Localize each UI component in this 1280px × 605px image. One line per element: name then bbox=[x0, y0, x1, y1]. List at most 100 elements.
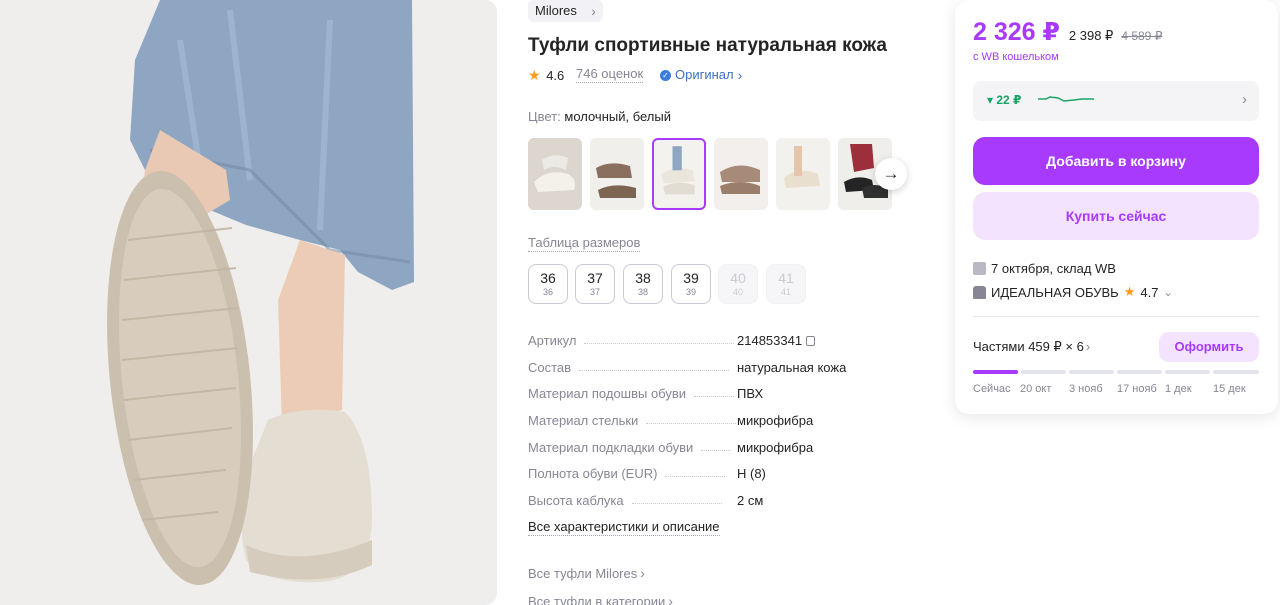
spec-value: H (8) bbox=[737, 466, 766, 482]
color-label: Цвет: молочный, белый bbox=[528, 109, 671, 124]
spec-value: 2 см bbox=[737, 493, 764, 509]
color-value: молочный, белый bbox=[564, 109, 672, 124]
chevron-right-icon: › bbox=[1085, 339, 1091, 354]
size-value: 41 bbox=[778, 270, 794, 286]
star-icon: ★ bbox=[528, 67, 541, 83]
card-divider bbox=[973, 316, 1259, 317]
chevron-right-icon: › bbox=[737, 67, 743, 83]
size-sub: 37 bbox=[589, 287, 600, 297]
copy-icon[interactable] bbox=[806, 336, 816, 346]
plan-date: 15 дек bbox=[1213, 383, 1246, 395]
wallet-price: 2 326 ₽ bbox=[973, 18, 1060, 46]
spec-row: Высота каблука 2 см bbox=[528, 493, 928, 520]
spec-key: Полнота обуви (EUR) bbox=[528, 466, 658, 482]
old-price: 4 589 ₽ bbox=[1121, 29, 1163, 43]
star-icon: ★ bbox=[1123, 284, 1136, 299]
reviews-link[interactable]: 746 оценок bbox=[576, 66, 644, 83]
installments-label: Частями 459 ₽ × 6 bbox=[973, 339, 1084, 354]
installments-link[interactable]: Частями 459 ₽ × 6 › bbox=[973, 339, 1090, 355]
chevron-right-icon: › bbox=[1242, 91, 1247, 108]
chevron-right-icon: › bbox=[668, 593, 673, 605]
spec-row: Материал подошвы обуви ПВХ bbox=[528, 386, 928, 413]
size-option[interactable]: 38 38 bbox=[623, 264, 663, 304]
size-value: 38 bbox=[635, 270, 651, 286]
spec-row: Полнота обуви (EUR) H (8) bbox=[528, 466, 928, 493]
delivery-date: 7 октября, склад WB bbox=[991, 261, 1116, 276]
color-variant-thumb[interactable] bbox=[776, 138, 830, 210]
brand-products-link[interactable]: Все туфли Milores › bbox=[528, 565, 645, 581]
brand-name: Milores bbox=[535, 3, 577, 18]
color-variants: → bbox=[528, 138, 908, 210]
size-value: 36 bbox=[540, 270, 556, 286]
size-sub: 39 bbox=[685, 287, 696, 297]
spec-row: Материал стельки микрофибра bbox=[528, 413, 928, 440]
spec-row: Материал подкладки обуви микрофибра bbox=[528, 440, 928, 467]
spec-value: 214853341 bbox=[737, 333, 816, 348]
arrow-right-icon[interactable]: → bbox=[875, 158, 907, 190]
plan-segment bbox=[1069, 370, 1114, 374]
spec-key: Высота каблука bbox=[528, 493, 624, 509]
plan-segment bbox=[1117, 370, 1162, 374]
size-sub: 36 bbox=[542, 287, 553, 297]
buy-now-button[interactable]: Купить сейчас bbox=[973, 192, 1259, 240]
spec-dots bbox=[579, 360, 730, 371]
spec-dots bbox=[584, 333, 735, 344]
plan-date: 20 окт bbox=[1020, 383, 1052, 395]
spec-key: Материал стельки bbox=[528, 413, 639, 429]
original-badge[interactable]: ✓ Оригинал › bbox=[660, 66, 742, 84]
plan-segment bbox=[1213, 370, 1259, 374]
price-row: 2 326 ₽ 2 398 ₽ 4 589 ₽ bbox=[973, 17, 1162, 47]
spec-dots bbox=[631, 493, 722, 505]
box-icon bbox=[973, 262, 986, 275]
plan-date: Сейчас bbox=[973, 383, 1011, 395]
spec-row: Артикул 214853341 bbox=[528, 333, 928, 360]
size-sub: 41 bbox=[780, 287, 791, 297]
seller-rating: 4.7 bbox=[1140, 284, 1159, 300]
chevron-right-icon: › bbox=[640, 565, 645, 581]
size-sub: 38 bbox=[637, 287, 648, 297]
color-variant-thumb[interactable] bbox=[714, 138, 768, 210]
size-sub: 40 bbox=[732, 287, 743, 297]
price-trend-value: ▾ 22 ₽ bbox=[987, 93, 1022, 107]
size-option[interactable]: 36 36 bbox=[528, 264, 568, 304]
spec-key: Артикул bbox=[528, 333, 577, 348]
installments-button[interactable]: Оформить bbox=[1159, 332, 1259, 362]
size-option[interactable]: 39 39 bbox=[671, 264, 711, 304]
plan-segment bbox=[973, 370, 1018, 374]
size-value: 40 bbox=[730, 270, 746, 286]
category-products-link[interactable]: Все туфли в категории › bbox=[528, 593, 673, 605]
rating-row: ★ 4.6 746 оценок ✓ Оригинал › bbox=[528, 66, 742, 84]
color-variant-thumb-selected[interactable] bbox=[652, 138, 706, 210]
installments-progress bbox=[973, 370, 1259, 374]
store-icon bbox=[973, 285, 986, 299]
all-specs-link[interactable]: Все характеристики и описание bbox=[528, 519, 720, 536]
plan-date: 3 нояб bbox=[1069, 383, 1103, 395]
article-number[interactable]: 214853341 bbox=[737, 333, 802, 348]
chevron-right-icon: › bbox=[591, 3, 596, 19]
spec-value: микрофибра bbox=[737, 439, 814, 455]
add-to-cart-button[interactable]: Добавить в корзину bbox=[973, 137, 1259, 185]
spec-key: Материал подошвы обуви bbox=[528, 386, 687, 402]
color-key: Цвет: bbox=[528, 109, 561, 124]
chevron-down-icon: ⌄ bbox=[1163, 286, 1173, 299]
product-rating: 4.6 bbox=[546, 68, 565, 83]
color-variant-thumb[interactable] bbox=[528, 138, 582, 210]
color-variant-thumb[interactable] bbox=[590, 138, 644, 210]
product-main-photo[interactable] bbox=[0, 0, 497, 605]
size-option[interactable]: 37 37 bbox=[575, 264, 615, 304]
price-trend[interactable]: ▾ 22 ₽ › bbox=[973, 81, 1259, 121]
spec-value: микрофибра bbox=[737, 413, 814, 429]
spec-dots bbox=[701, 440, 732, 451]
spec-key: Состав bbox=[528, 359, 572, 375]
size-value: 39 bbox=[683, 270, 699, 286]
wallet-note[interactable]: с WB кошельком bbox=[973, 51, 1059, 63]
delivery-info: 7 октября, склад WB bbox=[973, 261, 1116, 276]
spec-value: ПВХ bbox=[737, 386, 764, 402]
seller-info[interactable]: ИДЕАЛЬНАЯ ОБУВЬ ★ 4.7 ⌄ bbox=[973, 284, 1173, 300]
brand-chip[interactable]: Milores › bbox=[528, 0, 603, 22]
seller-name: ИДЕАЛЬНАЯ ОБУВЬ bbox=[991, 284, 1119, 300]
category-products-label: Все туфли в категории bbox=[528, 594, 666, 605]
size-table-link[interactable]: Таблица размеров bbox=[528, 235, 641, 252]
specs-list: Артикул 214853341 Состав натуральная кож… bbox=[528, 333, 928, 520]
regular-price: 2 398 ₽ bbox=[1068, 28, 1114, 43]
